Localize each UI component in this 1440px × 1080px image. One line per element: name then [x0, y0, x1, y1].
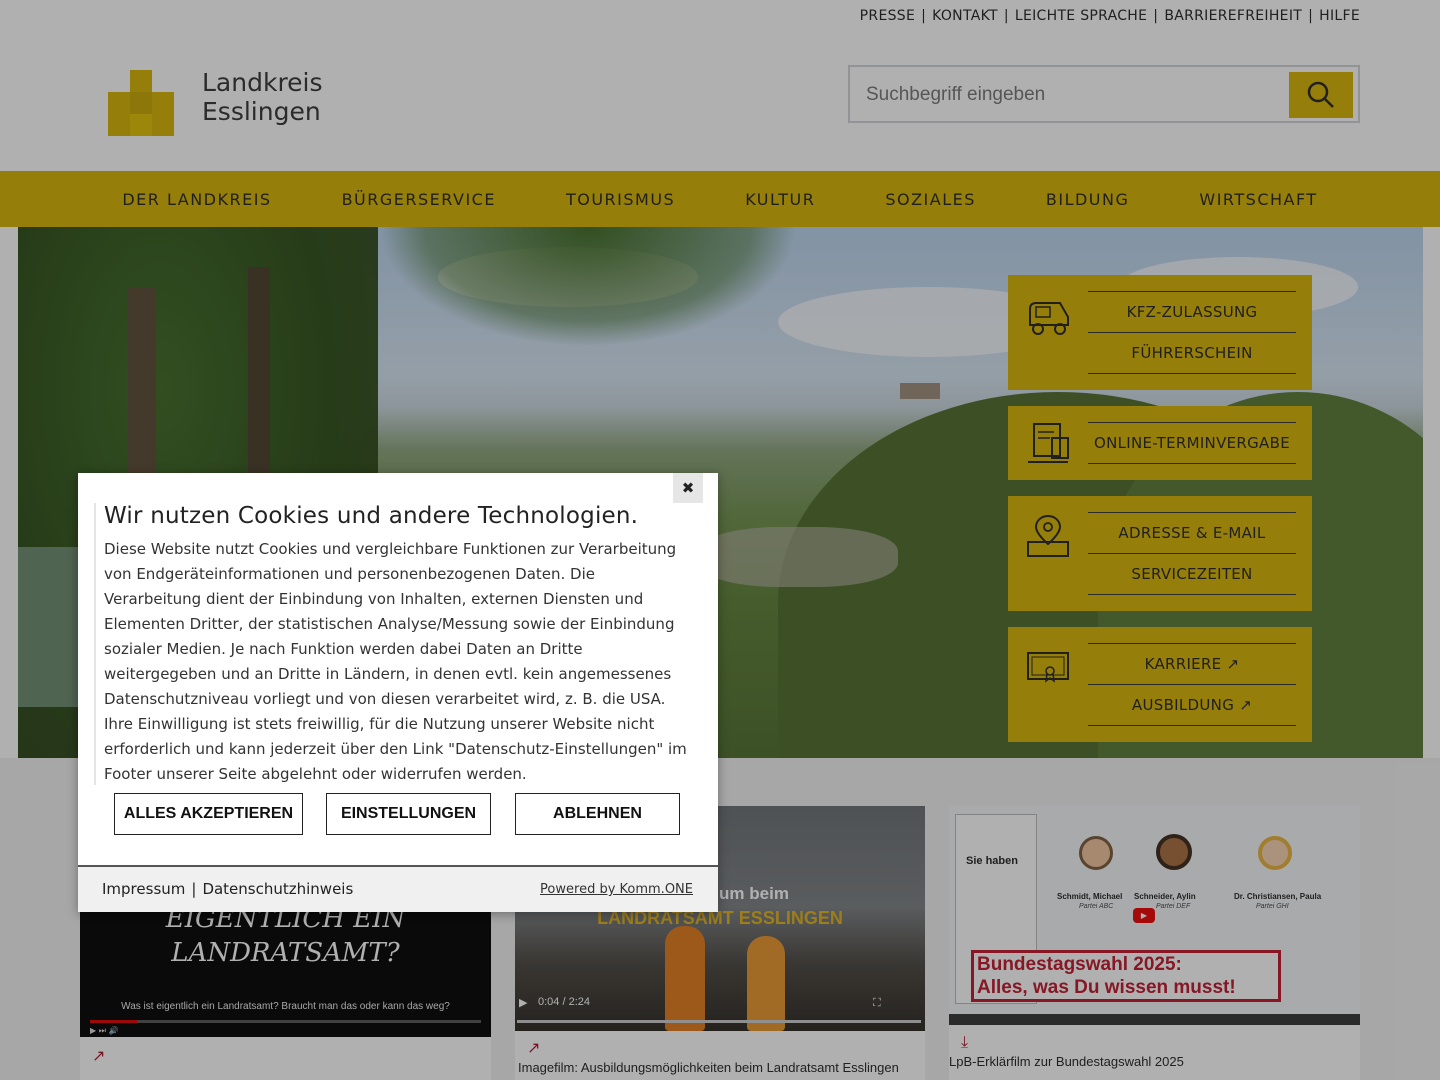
close-button[interactable]: ✖ — [673, 473, 703, 503]
cookie-footer-links: Impressum | Datenschutzhinweis — [102, 880, 353, 898]
cookie-buttons: ALLES AKZEPTIEREN EINSTELLUNGEN ABLEHNEN — [114, 793, 682, 835]
settings-button[interactable]: EINSTELLUNGEN — [326, 793, 491, 835]
decline-button[interactable]: ABLEHNEN — [515, 793, 680, 835]
privacy-link[interactable]: Datenschutzhinweis — [202, 880, 353, 898]
cookie-consent-dialog: ✖ Wir nutzen Cookies und andere Technolo… — [78, 473, 718, 912]
powered-by-link[interactable]: Powered by Komm.ONE — [540, 882, 693, 897]
accept-all-button[interactable]: ALLES AKZEPTIEREN — [114, 793, 303, 835]
separator: | — [191, 880, 197, 898]
cookie-title: Wir nutzen Cookies und andere Technologi… — [104, 503, 639, 529]
impressum-link[interactable]: Impressum — [102, 880, 185, 898]
cookie-footer: Impressum | Datenschutzhinweis Powered by … — [78, 865, 718, 912]
cookie-text: Diese Website nutzt Cookies und vergleic… — [104, 540, 687, 783]
cookie-content: Wir nutzen Cookies und andere Technologi… — [94, 503, 694, 785]
